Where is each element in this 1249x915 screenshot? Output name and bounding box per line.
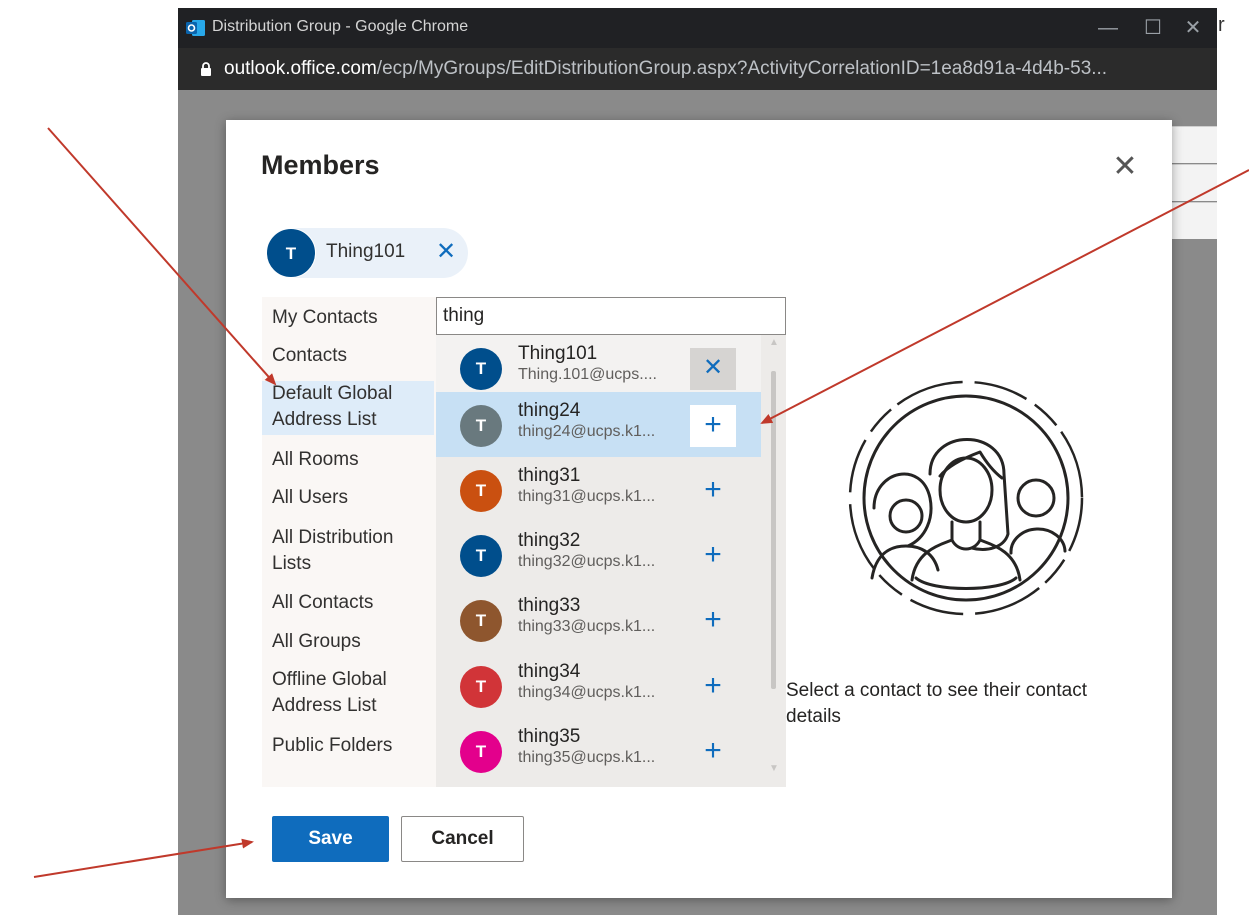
add-member-icon[interactable]: + bbox=[690, 535, 736, 577]
contact-email: thing34@ucps.k1... bbox=[518, 684, 656, 701]
chip-name: Thing101 bbox=[326, 241, 406, 262]
search-input[interactable] bbox=[436, 297, 786, 335]
window-close-icon[interactable]: ✕ bbox=[1173, 14, 1213, 42]
contact-email: thing24@ucps.k1... bbox=[518, 423, 656, 440]
avatar: T bbox=[460, 405, 502, 447]
list-item[interactable]: T thing24 thing24@ucps.k1... + bbox=[436, 392, 761, 457]
avatar: T bbox=[460, 348, 502, 390]
contact-email: Thing.101@ucps.... bbox=[518, 366, 657, 383]
dialog-close-icon[interactable]: ✕ bbox=[1111, 152, 1139, 182]
background-window-text: r bbox=[1218, 14, 1225, 36]
avatar: T bbox=[460, 535, 502, 577]
list-item[interactable]: T thing33 thing33@ucps.k1... + bbox=[436, 587, 761, 652]
scroll-down-icon[interactable]: ▼ bbox=[762, 763, 786, 777]
outlook-logo-icon bbox=[186, 20, 205, 36]
directory-item[interactable]: Offline Global Address List bbox=[262, 667, 434, 719]
directory-item[interactable]: Public Folders bbox=[262, 733, 434, 759]
contact-name: thing24 bbox=[518, 400, 581, 421]
members-dialog: Members ✕ T Thing101 ✕ My Contacts Conta… bbox=[226, 120, 1172, 898]
contact-name: thing32 bbox=[518, 530, 581, 551]
avatar: T bbox=[460, 470, 502, 512]
directory-item[interactable]: All Contacts bbox=[262, 590, 434, 616]
url-path: /ecp/MyGroups/EditDistributionGroup.aspx… bbox=[376, 58, 1108, 79]
url-text[interactable]: outlook.office.com/ecp/MyGroups/EditDist… bbox=[224, 58, 1107, 80]
directory-item[interactable]: Contacts bbox=[262, 343, 434, 369]
directory-item[interactable]: All Groups bbox=[262, 629, 434, 655]
window-title: Distribution Group - Google Chrome bbox=[212, 18, 469, 35]
add-member-icon[interactable]: + bbox=[690, 600, 736, 642]
remove-member-icon[interactable]: ✕ bbox=[690, 348, 736, 390]
directory-item[interactable]: All Rooms bbox=[262, 447, 434, 473]
avatar: T bbox=[460, 600, 502, 642]
avatar: T bbox=[460, 731, 502, 773]
directory-item[interactable]: All Users bbox=[262, 485, 434, 511]
scroll-thumb[interactable] bbox=[771, 371, 776, 689]
add-member-icon[interactable]: + bbox=[690, 470, 736, 512]
contact-name: thing35 bbox=[518, 726, 581, 747]
contact-details-placeholder: Select a contact to see their contact de… bbox=[786, 680, 1088, 727]
lock-icon bbox=[201, 62, 211, 76]
contact-email: thing31@ucps.k1... bbox=[518, 488, 656, 505]
directory-list: My Contacts Contacts Default Global Addr… bbox=[262, 297, 436, 787]
contact-name: Thing101 bbox=[518, 343, 598, 364]
list-item[interactable]: T thing31 thing31@ucps.k1... + bbox=[436, 457, 761, 522]
scroll-up-icon[interactable]: ▲ bbox=[762, 337, 786, 351]
contact-email: thing35@ucps.k1... bbox=[518, 749, 656, 766]
url-domain: outlook.office.com bbox=[224, 58, 377, 79]
maximize-icon[interactable]: ☐ bbox=[1133, 14, 1173, 42]
cancel-button[interactable]: Cancel bbox=[401, 816, 524, 862]
results-scrollbar[interactable]: ▲ ▼ bbox=[762, 335, 786, 787]
browser-titlebar: Distribution Group - Google Chrome — ☐ ✕ bbox=[178, 8, 1217, 48]
contact-email: thing32@ucps.k1... bbox=[518, 553, 656, 570]
list-item[interactable]: T Thing101 Thing.101@ucps.... ✕ bbox=[436, 335, 761, 400]
add-member-icon[interactable]: + bbox=[690, 405, 736, 447]
list-item[interactable]: T thing34 thing34@ucps.k1... + bbox=[436, 653, 761, 718]
list-item[interactable]: T thing35 thing35@ucps.k1... + bbox=[436, 718, 761, 783]
people-illustration-icon bbox=[848, 380, 1084, 616]
selected-member-chip[interactable]: T Thing101 ✕ bbox=[266, 228, 468, 278]
save-button[interactable]: Save bbox=[272, 816, 389, 862]
directory-item[interactable]: My Contacts bbox=[262, 305, 434, 331]
directory-item[interactable]: All Distribution Lists bbox=[262, 525, 434, 577]
remove-chip-icon[interactable]: ✕ bbox=[434, 239, 458, 265]
minimize-icon[interactable]: — bbox=[1088, 14, 1128, 42]
avatar: T bbox=[266, 228, 316, 278]
contact-name: thing31 bbox=[518, 465, 581, 486]
dialog-title: Members bbox=[261, 150, 380, 180]
address-bar[interactable]: outlook.office.com/ecp/MyGroups/EditDist… bbox=[178, 48, 1217, 90]
contact-name: thing33 bbox=[518, 595, 581, 616]
list-item[interactable]: T thing32 thing32@ucps.k1... + bbox=[436, 522, 761, 587]
directory-item-selected[interactable]: Default Global Address List bbox=[262, 381, 434, 435]
contact-email: thing33@ucps.k1... bbox=[518, 618, 656, 635]
contact-name: thing34 bbox=[518, 661, 581, 682]
avatar: T bbox=[460, 666, 502, 708]
add-member-icon[interactable]: + bbox=[690, 666, 736, 708]
background-page-strip bbox=[1172, 120, 1217, 260]
add-member-icon[interactable]: + bbox=[690, 731, 736, 773]
results-list: T Thing101 Thing.101@ucps.... ✕ T thing2… bbox=[436, 335, 786, 787]
